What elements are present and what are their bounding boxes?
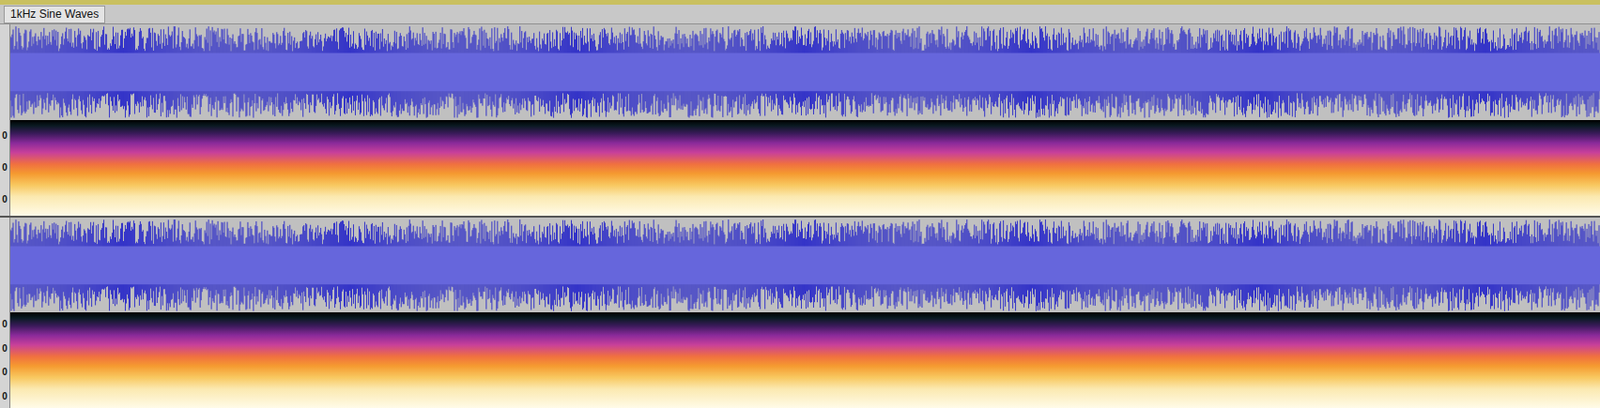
spectrogram-ruler: 0 0 0 0 [0, 312, 11, 408]
waveform-icon [10, 24, 1600, 121]
waveform-view[interactable] [10, 217, 1600, 314]
ruler-label: 0 [1, 367, 8, 378]
spectrogram-row: 0 0 0 [0, 120, 1600, 216]
waveform-row [0, 217, 1600, 314]
track-title-bar[interactable]: 1kHz Sine Waves [0, 4, 1600, 25]
waveform-ruler [0, 24, 11, 121]
track-name[interactable]: 1kHz Sine Waves [3, 5, 106, 24]
spectrogram-view[interactable] [10, 120, 1600, 216]
spectrogram-view[interactable] [10, 312, 1600, 408]
ruler-label: 0 [1, 343, 8, 354]
ruler-label: 0 [1, 194, 8, 205]
spectrogram-ruler: 0 0 0 [0, 120, 11, 216]
ruler-label: 0 [1, 391, 8, 402]
channel: 0 0 0 0 [0, 217, 1600, 408]
waveform-icon [10, 217, 1600, 314]
ruler-label: 0 [1, 162, 8, 173]
ruler-label: 0 [1, 319, 8, 330]
waveform-view[interactable] [10, 24, 1600, 121]
waveform-ruler [0, 217, 11, 314]
audio-track[interactable]: 1kHz Sine Waves 0 0 0 0 0 0 0 [0, 0, 1600, 408]
channel: 0 0 0 [0, 24, 1600, 218]
waveform-row [0, 24, 1600, 121]
ruler-label: 0 [1, 130, 8, 141]
spectrogram-row: 0 0 0 0 [0, 312, 1600, 408]
